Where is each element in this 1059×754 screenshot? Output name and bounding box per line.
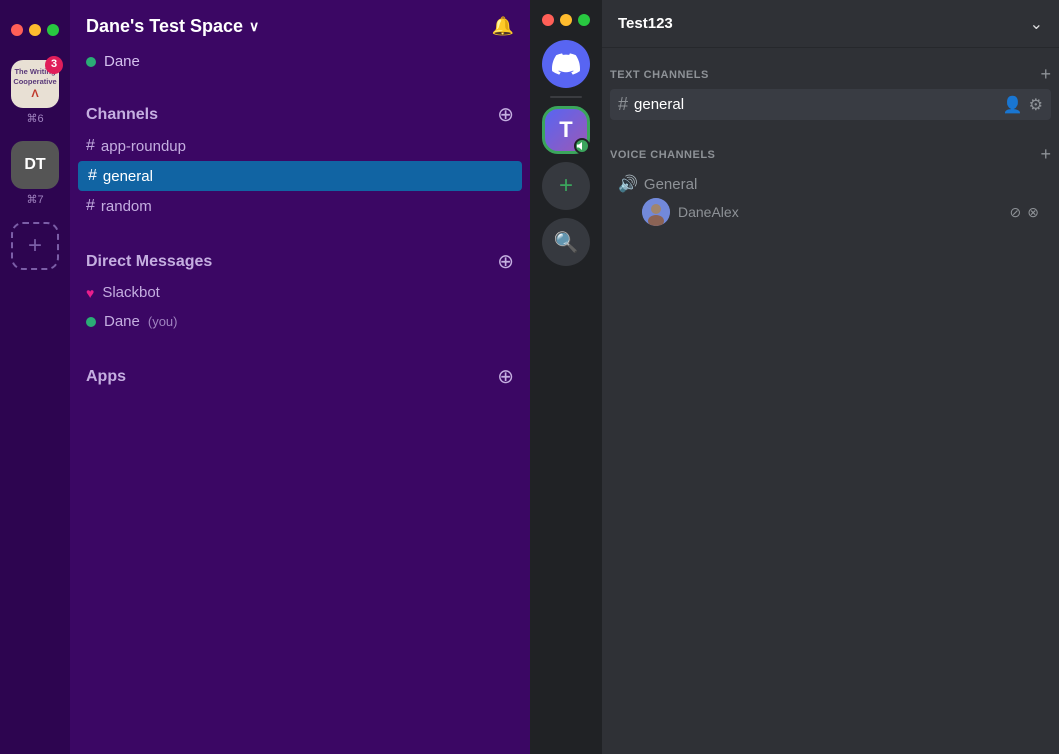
right-panel: T + 🔍 Test123 ⌄ TEXT CHANNELS + [530,0,1059,754]
voice-channel-name-general: General [644,176,697,193]
channels-section-label: Channels [86,106,158,124]
minimize-button[interactable] [29,24,41,36]
workspace-name-label: Dane's Test Space [86,16,243,37]
discord-svg [552,50,580,78]
add-app-button[interactable]: ⊕ [497,364,514,389]
dm-section-label: Direct Messages [86,253,212,271]
channel-name-random: random [101,198,152,215]
add-member-icon[interactable]: 👤 [1003,95,1023,115]
server-menu-chevron-icon: ⌄ [1030,14,1043,34]
channel-item-general[interactable]: # general [78,161,522,191]
add-server-button[interactable]: + [542,162,590,210]
workspace-icon-dt[interactable]: DT [11,141,59,189]
workspace-shortcut-writing-coop: ⌘6 [26,112,43,125]
speaker-icon: 🔊 [618,174,638,194]
fullscreen-button[interactable] [47,24,59,36]
dm-item-dane[interactable]: Dane (you) [70,307,530,336]
discord-close-button[interactable] [542,14,554,26]
voice-member-danealex[interactable]: DaneAlex ⊘ ⊗ [618,194,1043,230]
voice-member-avatar-danealex [642,198,670,226]
server-initial: T [559,117,572,143]
server-name: Test123 [618,15,673,32]
channel-name-app-roundup: app-roundup [101,138,186,155]
discord-channel-list: Test123 ⌄ TEXT CHANNELS + # general 👤 ⚙ … [602,0,1059,754]
text-channels-label: TEXT CHANNELS [610,69,709,81]
main-sidebar: Dane's Test Space ∨ 🔔 Dane Channels ⊕ # … [70,0,530,754]
hash-icon: # [88,167,97,185]
add-dm-button[interactable]: ⊕ [497,249,514,274]
discord-traffic-lights [542,12,590,32]
workspace-header: Dane's Test Space ∨ 🔔 [70,16,530,53]
channel-name-general: general [103,168,153,185]
channel-item-random[interactable]: # random [70,191,530,221]
add-text-channel-button[interactable]: + [1040,64,1051,85]
hash-icon: # [86,137,95,155]
notification-badge: 3 [45,56,63,74]
voice-member-name-danealex: DaneAlex [678,204,1002,220]
add-server-icon: + [559,172,573,200]
deafen-member-icon[interactable]: ⊗ [1027,204,1039,221]
online-dot [86,317,96,327]
discord-logo-icon[interactable] [542,40,590,88]
channel-settings-icon[interactable]: ⚙ [1029,95,1043,115]
dm-name-slackbot: Slackbot [102,284,160,301]
dm-name-dane: Dane [104,313,140,330]
workspace-initials-dt: DT [24,156,45,174]
hash-icon: # [86,197,95,215]
voice-channels-section-header[interactable]: VOICE CHANNELS + [602,128,1059,169]
channel-item-app-roundup[interactable]: # app-roundup [70,131,530,161]
voice-channel-general: 🔊 General DaneAlex ⊘ ⊗ [610,169,1051,235]
speaker-small-icon [577,141,587,151]
voice-channels-label: VOICE CHANNELS [610,149,715,161]
discord-sidebar-separator [550,96,582,98]
icon-sidebar: 3 The WritingCooperativeΛ ⌘6 DT ⌘7 + [0,0,70,754]
heart-icon: ♥ [86,285,94,301]
explore-servers-button[interactable]: 🔍 [542,218,590,266]
user-status: Dane [70,53,530,94]
add-channel-button[interactable]: ⊕ [497,102,514,127]
left-panel: 3 The WritingCooperativeΛ ⌘6 DT ⌘7 + Dan… [0,0,530,754]
discord-minimize-button[interactable] [560,14,572,26]
online-status-dot [86,57,96,67]
apps-section-header[interactable]: Apps ⊕ [70,356,530,393]
dm-item-slackbot[interactable]: ♥ Slackbot [70,278,530,307]
search-icon: 🔍 [554,230,579,255]
hash-icon: # [618,94,628,115]
discord-channel-name-general: general [634,96,997,113]
traffic-lights [0,12,75,44]
dm-section-header[interactable]: Direct Messages ⊕ [70,241,530,278]
channel-action-icons: 👤 ⚙ [1003,95,1043,115]
workspace-icon-writing-coop[interactable]: 3 The WritingCooperativeΛ [11,60,59,108]
plus-icon: + [28,232,42,260]
discord-channel-item-general[interactable]: # general 👤 ⚙ [610,89,1051,120]
discord-server-icon[interactable]: T [542,106,590,154]
channels-section-header[interactable]: Channels ⊕ [70,94,530,131]
avatar-svg [642,198,670,226]
workspace-shortcut-dt: ⌘7 [26,193,43,206]
you-label: (you) [148,314,178,329]
server-header[interactable]: Test123 ⌄ [602,0,1059,48]
discord-fullscreen-button[interactable] [578,14,590,26]
add-workspace-button[interactable]: + [11,222,59,270]
close-button[interactable] [11,24,23,36]
voice-channel-header[interactable]: 🔊 General [618,174,1043,194]
notifications-bell-icon[interactable]: 🔔 [492,16,514,37]
voice-member-action-icons: ⊘ ⊗ [1010,204,1039,221]
workspace-name[interactable]: Dane's Test Space ∨ [86,16,259,37]
workspace-chevron-icon: ∨ [249,18,259,35]
apps-section-label: Apps [86,368,126,386]
speaking-indicator [574,138,590,154]
add-voice-channel-button[interactable]: + [1040,144,1051,165]
mute-member-icon[interactable]: ⊘ [1010,204,1022,221]
discord-sidebar: T + 🔍 [530,0,602,754]
text-channels-section-header[interactable]: TEXT CHANNELS + [602,48,1059,89]
current-user-name: Dane [104,53,140,70]
